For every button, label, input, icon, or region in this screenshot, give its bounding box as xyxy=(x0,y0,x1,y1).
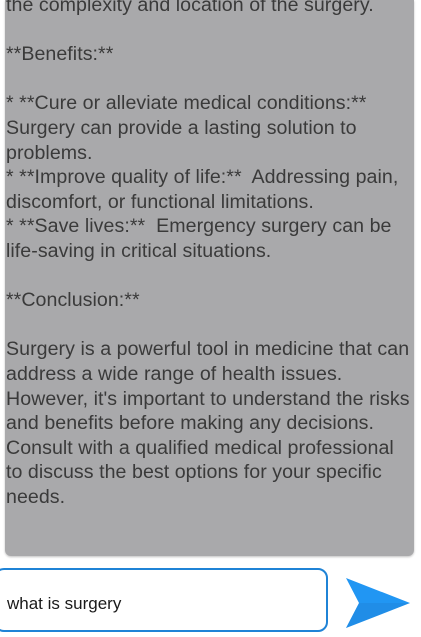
message-input-value: what is surgery xyxy=(7,594,122,613)
chat-screen: the complexity and location of the surge… xyxy=(0,0,421,637)
send-button[interactable] xyxy=(343,575,413,631)
message-composer: what is surgery xyxy=(0,568,421,637)
bot-message-text: the complexity and location of the surge… xyxy=(6,0,410,508)
bot-message-bubble: the complexity and location of the surge… xyxy=(5,0,414,556)
send-arrow-icon xyxy=(346,578,410,628)
message-input[interactable]: what is surgery xyxy=(0,568,328,632)
